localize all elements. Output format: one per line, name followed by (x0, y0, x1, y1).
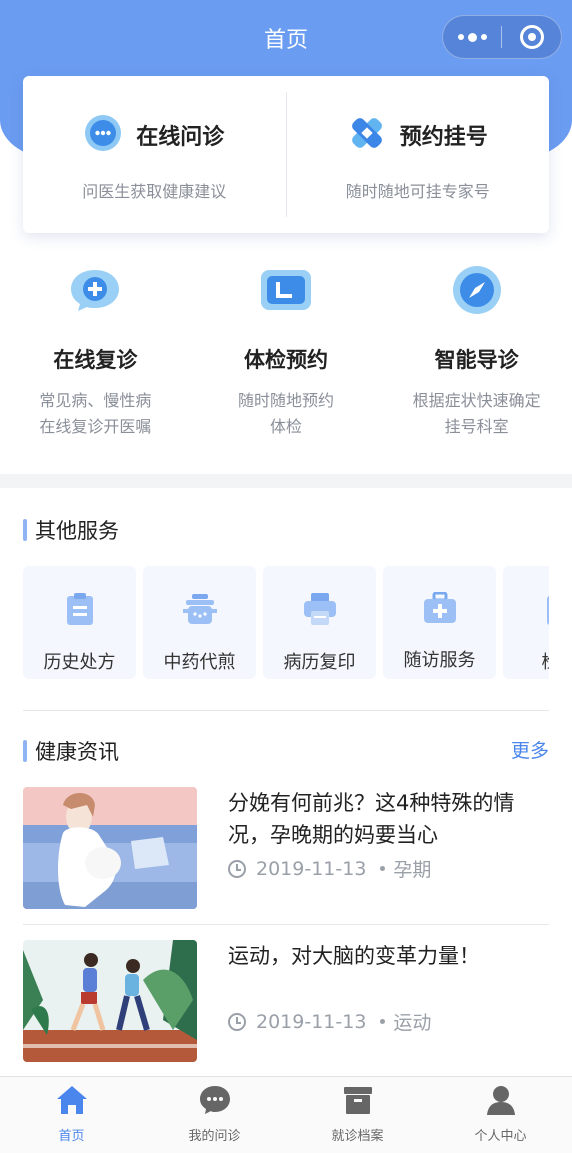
mini-program-capsule (442, 15, 562, 59)
service-tile-record-copy[interactable]: 病历复印 (263, 566, 376, 679)
main-services: 在线复诊 常见病、慢性病 在线复诊开医嘱 体检预约 随时随地预约 体检 智能导诊… (0, 262, 572, 440)
news-title: 分娩有何前兆？这4种特殊的情况，孕晚期的妈要当心 (228, 791, 515, 847)
clipboard-icon (64, 592, 96, 630)
service-label: 中药代煎 (163, 652, 236, 673)
divider (23, 710, 549, 711)
news-body: 运动，对大脑的变革力量！ 2019-11-13 运动 (228, 940, 549, 1062)
news-title: 运动，对大脑的变革力量！ (228, 944, 480, 968)
revisit-title: 在线复诊 (53, 348, 138, 372)
news-item[interactable]: 分娩有何前兆？这4种特殊的情况，孕晚期的妈要当心 2019-11-13 孕期 (23, 787, 549, 909)
top-services-card: 在线问诊 问医生获取健康建议 预约挂号 随时随地可挂专家号 (23, 76, 549, 233)
other-services-heading: 其他服务 (23, 515, 119, 545)
compass-icon (451, 262, 503, 318)
tab-home[interactable]: 首页 (0, 1077, 143, 1153)
tab-profile[interactable]: 个人中心 (429, 1077, 572, 1153)
tab-label: 个人中心 (474, 1129, 527, 1144)
chat-plus-icon (68, 262, 122, 318)
service-label: 检查 (542, 648, 550, 674)
other-services-list[interactable]: 历史处方 中药代煎 病历复印 随访服务 (23, 566, 549, 679)
smart-guide-desc: 根据症状快速确定 挂号科室 (412, 391, 541, 436)
clock-icon (228, 1012, 246, 1031)
calendar-icon (259, 262, 313, 318)
news-tag: 运动 (393, 1012, 432, 1034)
news-more-link[interactable]: 更多 (511, 736, 549, 763)
section-separator (0, 474, 572, 488)
news-thumbnail-exercise (23, 940, 197, 1062)
chat-bubble-icon (199, 1085, 231, 1119)
news-date: 2019-11-13 (256, 1010, 367, 1033)
medkit-icon (423, 591, 457, 628)
revisit-desc: 常见病、慢性病 在线复诊开医嘱 (39, 391, 152, 436)
checkup-entry[interactable]: 体检预约 随时随地预约 体检 (191, 262, 382, 440)
home-icon (56, 1085, 88, 1119)
more-menu-icon[interactable] (443, 15, 501, 59)
report-icon (544, 592, 549, 630)
revisit-entry[interactable]: 在线复诊 常见病、慢性病 在线复诊开医嘱 (0, 262, 191, 440)
news-tag: 孕期 (393, 859, 432, 881)
news-body: 分娩有何前兆？这4种特殊的情况，孕晚期的妈要当心 2019-11-13 孕期 (228, 787, 549, 909)
online-consult-title: 在线问诊 (136, 125, 225, 150)
appointment-subtitle: 随时随地可挂专家号 (345, 182, 490, 201)
news-heading: 健康资讯 (23, 736, 119, 766)
online-consult-entry[interactable]: 在线问诊 问医生获取健康建议 (23, 76, 286, 233)
printer-icon (303, 592, 337, 630)
checkup-desc: 随时随地预约 体检 (238, 391, 335, 436)
smart-guide-title: 智能导诊 (434, 348, 519, 372)
news-thumbnail-pregnancy (23, 787, 197, 909)
news-date: 2019-11-13 (256, 857, 367, 880)
tab-label: 我的问诊 (188, 1129, 241, 1144)
news-meta: 2019-11-13 孕期 (228, 855, 431, 882)
clock-icon (228, 859, 246, 878)
appointment-entry[interactable]: 预约挂号 随时随地可挂专家号 (287, 76, 550, 233)
checkup-title: 体检预约 (244, 348, 328, 372)
tab-medical-records[interactable]: 就诊档案 (286, 1077, 429, 1153)
service-label: 历史处方 (43, 652, 116, 673)
user-icon (485, 1085, 517, 1119)
archive-box-icon (342, 1085, 374, 1119)
chat-icon (84, 114, 122, 156)
service-tile-decoction[interactable]: 中药代煎 (143, 566, 256, 679)
tab-my-consultations[interactable]: 我的问诊 (143, 1077, 286, 1153)
service-tile-exam[interactable]: 检查 (503, 566, 549, 679)
bottom-tab-bar: 首页 我的问诊 就诊档案 个人中心 (0, 1076, 572, 1153)
appointment-title: 预约挂号 (399, 125, 488, 150)
pot-icon (182, 592, 218, 630)
service-label: 随访服务 (403, 650, 476, 671)
service-tile-followup[interactable]: 随访服务 (383, 566, 496, 679)
news-item[interactable]: 运动，对大脑的变革力量！ 2019-11-13 运动 (23, 940, 549, 1062)
service-label: 病历复印 (283, 652, 356, 673)
news-meta: 2019-11-13 运动 (228, 1008, 431, 1035)
divider (23, 924, 549, 925)
service-tile-prescription[interactable]: 历史处方 (23, 566, 136, 679)
tab-label: 首页 (58, 1129, 85, 1144)
close-target-icon[interactable] (502, 25, 561, 49)
tab-label: 就诊档案 (331, 1129, 384, 1144)
medical-cross-icon (348, 114, 386, 156)
smart-guide-entry[interactable]: 智能导诊 根据症状快速确定 挂号科室 (381, 262, 572, 440)
online-consult-subtitle: 问医生获取健康建议 (82, 182, 227, 201)
